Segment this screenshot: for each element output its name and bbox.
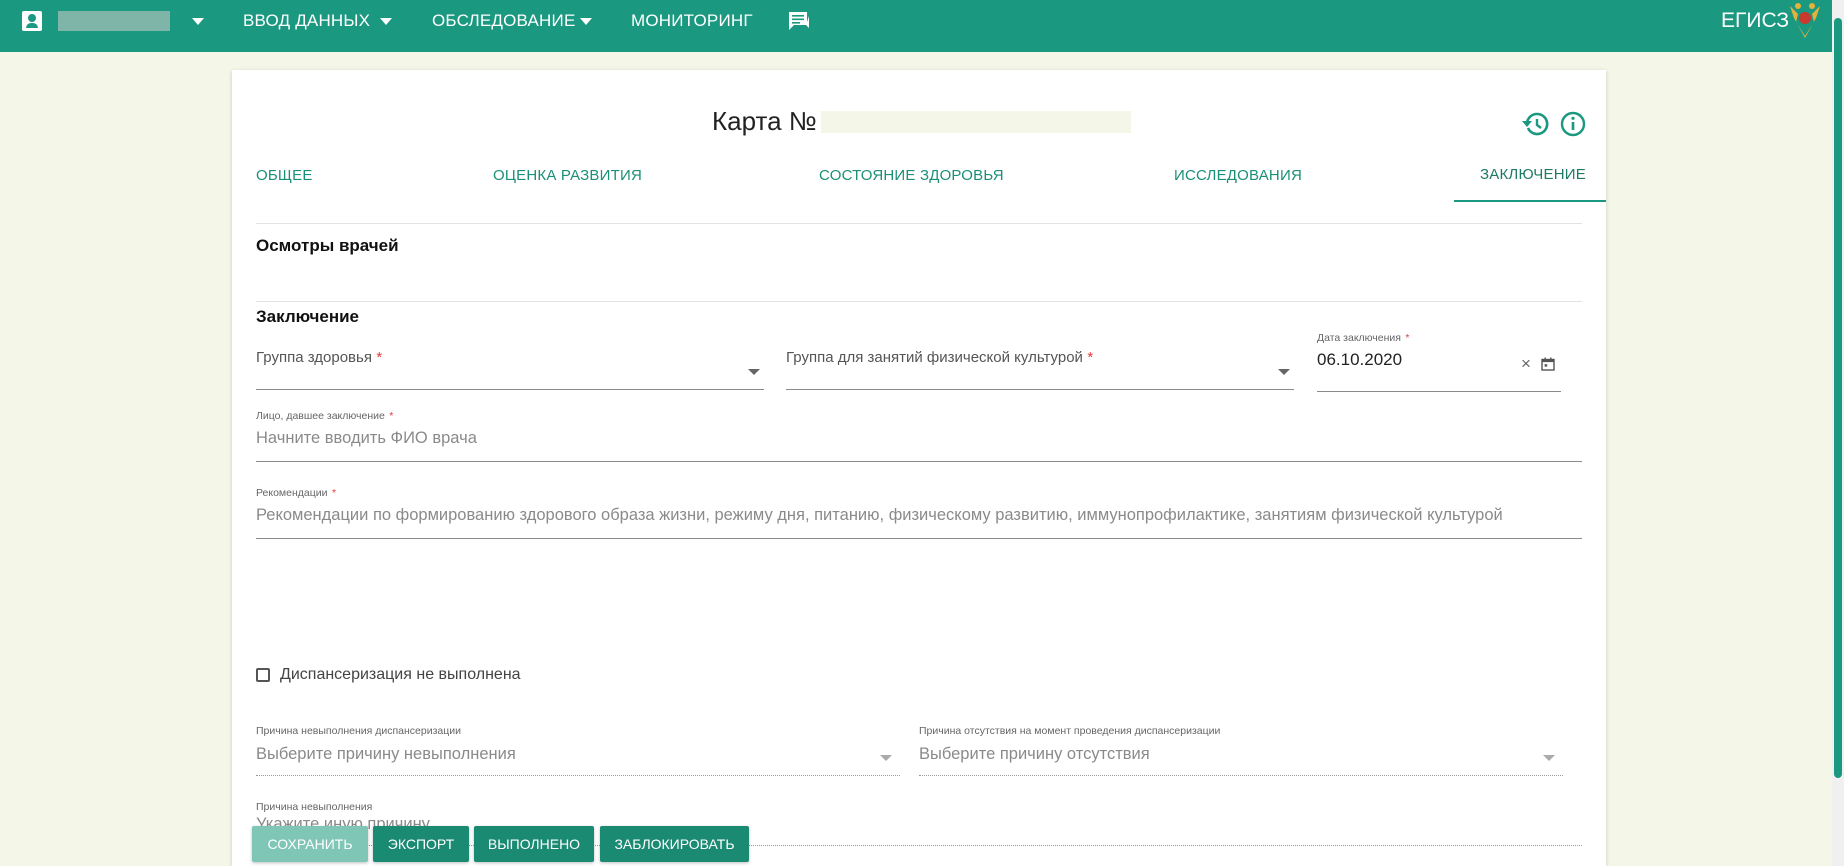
emblem-icon [1786,0,1824,40]
person-underline [256,461,1582,462]
not-done-checkbox-row[interactable]: Диспансеризация не выполнена [256,666,521,684]
health-group-select[interactable]: Группа здоровья * [256,349,764,391]
reason-absence-select[interactable]: Причина отсутствия на момент проведения … [919,721,1563,776]
reason-not-done-select[interactable]: Причина невыполнения диспансеризации Выб… [256,721,900,776]
not-done-checkbox[interactable] [256,668,270,682]
tab-general[interactable]: ОБЩЕЕ [256,167,313,184]
nav-data-entry-chevron-down-icon[interactable] [380,0,392,42]
info-icon [1560,111,1586,137]
page-scrollbar[interactable] [1832,0,1844,866]
doctors-section-divider [256,301,1582,302]
pe-group-chevron-down-icon[interactable] [1278,369,1290,375]
user-name-redacted [58,0,170,42]
page-scrollbar-thumb[interactable] [1834,18,1842,778]
health-group-chevron-down-icon[interactable] [748,369,760,375]
chat-button[interactable] [787,0,811,42]
recommendations-label: Рекомендации [256,487,328,499]
tab-research[interactable]: ИССЛЕДОВАНИЯ [1174,167,1302,184]
user-menu[interactable] [22,0,42,42]
history-icon [1522,112,1549,136]
top-navbar: ВВОД ДАННЫХ ОБСЛЕДОВАНИЕ МОНИТОРИНГ ЕГИС… [0,0,1844,52]
tab-health-state[interactable]: СОСТОЯНИЕ ЗДОРОВЬЯ [819,167,1004,184]
conclusion-date-field[interactable]: Дата заключения * 06.10.2020 × [1317,328,1561,392]
reason-not-done-underline [256,775,900,776]
reason-not-done-placeholder: Выберите причину невыполнения [256,745,516,763]
block-button[interactable]: ЗАБЛОКИРОВАТЬ [600,826,749,862]
clear-date-icon[interactable]: × [1521,354,1531,374]
date-value[interactable]: 06.10.2020 [1317,350,1402,370]
tabs-divider [256,223,1582,224]
conclusion-section-title: Заключение [256,307,359,326]
tab-conclusion[interactable]: ЗАКЛЮЧЕНИЕ [1480,166,1586,183]
nav-data-entry[interactable]: ВВОД ДАННЫХ [243,0,370,42]
health-group-underline [256,389,764,390]
user-menu-chevron-down-icon[interactable] [192,0,204,42]
calendar-button[interactable] [1541,357,1555,376]
not-done-checkbox-label: Диспансеризация не выполнена [280,666,521,683]
required-mark: * [1405,332,1410,344]
required-mark: * [331,487,337,499]
nav-examination-chevron-down-icon[interactable] [580,0,592,42]
other-reason-label: Причина невыполнения [256,801,373,813]
pe-group-label: Группа для занятий физической культурой [786,349,1083,366]
pe-group-underline [786,389,1294,390]
brand-label: ЕГИСЗ [1721,9,1790,32]
person-input[interactable]: Начните вводить ФИО врача [256,429,477,448]
medical-card-panel: Карта № ОБЩЕЕ ОЦЕНКА РАЗВИТИЯ СОСТОЯНИЕ … [232,70,1606,866]
recommendations-field[interactable]: Рекомендации * Рекомендации по формирова… [256,483,1582,548]
reason-absence-placeholder: Выберите причину отсутствия [919,745,1150,763]
calendar-icon [1541,357,1555,371]
export-button[interactable]: ЭКСПОРТ [373,826,469,862]
reason-absence-underline [919,775,1563,776]
nav-examination-label: ОБСЛЕДОВАНИЕ [432,11,576,30]
required-mark: * [1087,349,1094,366]
card-title: Карта № [712,106,817,136]
user-icon [22,11,42,31]
required-mark: * [389,410,394,422]
brand-egisz[interactable]: ЕГИСЗ [1721,0,1789,42]
reason-absence-label: Причина отсутствия на момент проведения … [919,725,1221,737]
reason-not-done-label: Причина невыполнения диспансеризации [256,725,461,737]
done-button[interactable]: ВЫПОЛНЕНО [474,826,594,862]
date-label: Дата заключения [1317,332,1401,344]
card-title-row: Карта № [712,106,1131,137]
nav-examination[interactable]: ОБСЛЕДОВАНИЕ [432,0,575,42]
nav-monitoring[interactable]: МОНИТОРИНГ [631,0,753,42]
tab-development[interactable]: ОЦЕНКА РАЗВИТИЯ [493,167,642,184]
recommendations-underline [256,538,1582,539]
conclusion-person-field[interactable]: Лицо, давшее заключение * Начните вводит… [256,406,1582,471]
info-button[interactable] [1558,109,1588,139]
nav-data-entry-label: ВВОД ДАННЫХ [243,11,371,30]
person-label: Лицо, давшее заключение [256,410,385,422]
active-tab-indicator [1454,200,1606,202]
chat-icon [789,12,809,30]
required-mark: * [376,349,383,366]
reason-not-done-chevron-down-icon[interactable] [880,755,892,761]
history-button[interactable] [1521,109,1551,139]
card-number-redacted [820,110,1131,133]
recommendations-input[interactable]: Рекомендации по формированию здорового о… [256,506,1503,525]
date-underline [1317,391,1561,392]
reason-absence-chevron-down-icon[interactable] [1543,755,1555,761]
nav-monitoring-label: МОНИТОРИНГ [631,11,753,30]
health-group-label: Группа здоровья [256,349,372,366]
pe-group-select[interactable]: Группа для занятий физической культурой … [786,349,1294,391]
save-button[interactable]: СОХРАНИТЬ [252,826,368,862]
doctors-section-title: Осмотры врачей [256,236,399,255]
